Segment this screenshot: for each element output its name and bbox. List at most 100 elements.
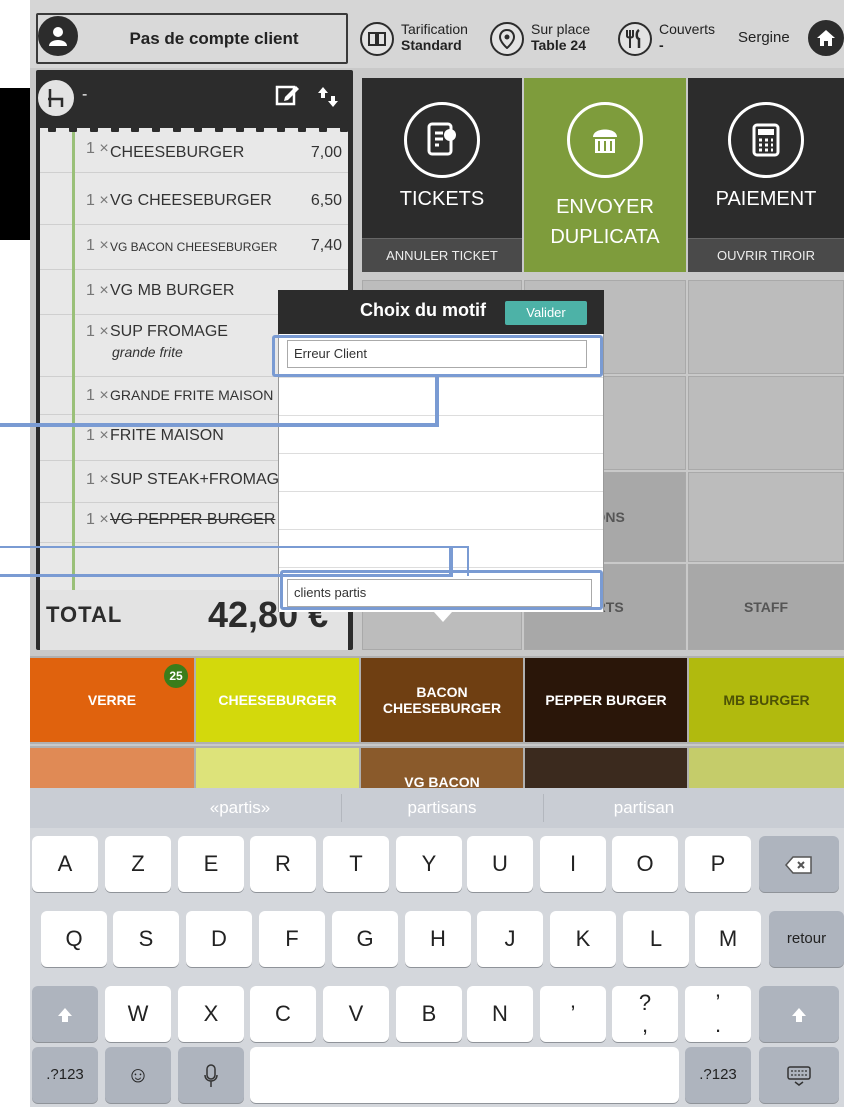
key-s[interactable]: S: [113, 911, 179, 967]
product-tile[interactable]: [689, 748, 844, 790]
suggestion-item[interactable]: «partis»: [140, 788, 340, 828]
sort-arrows-icon[interactable]: [316, 84, 342, 110]
suggestion-item[interactable]: partisan: [544, 788, 744, 828]
microphone-icon[interactable]: [178, 1047, 244, 1103]
chair-icon[interactable]: [38, 80, 74, 116]
annuler-ticket-button[interactable]: ANNULER TICKET: [362, 238, 522, 272]
key-g[interactable]: G: [332, 911, 398, 967]
numbers-key[interactable]: .?123: [685, 1047, 751, 1103]
valider-button[interactable]: Valider: [505, 301, 587, 325]
key-punct[interactable]: N: [467, 986, 533, 1042]
key-l[interactable]: L: [623, 911, 689, 967]
tarification-icon[interactable]: [360, 22, 394, 56]
key-j[interactable]: J: [477, 911, 543, 967]
key-k[interactable]: K: [550, 911, 616, 967]
key-t[interactable]: T: [323, 836, 389, 892]
tarification-label: Tarification: [401, 21, 468, 37]
key-punct[interactable]: W: [105, 986, 171, 1042]
product-tile[interactable]: MB BURGER: [689, 658, 844, 742]
couverts-info[interactable]: Couverts -: [659, 21, 715, 53]
key-q[interactable]: Q: [41, 911, 107, 967]
key-o[interactable]: O: [612, 836, 678, 892]
ticket-line[interactable]: 1 × VG BACON CHEESEBURGER 7,40: [40, 225, 348, 270]
numbers-key[interactable]: .?123: [32, 1047, 98, 1103]
key-h[interactable]: H: [405, 911, 471, 967]
key-punct[interactable]: ? ,: [612, 986, 678, 1042]
ticket-line-name: VG MB BURGER: [110, 282, 235, 299]
category-tile[interactable]: [688, 376, 844, 470]
ticket-line-price: 7,00: [310, 144, 342, 161]
product-tile[interactable]: CHEESEBURGER: [196, 658, 359, 742]
key-m[interactable]: M: [695, 911, 761, 967]
key-r[interactable]: R: [250, 836, 316, 892]
tarification-value: Standard: [401, 37, 462, 53]
edit-icon[interactable]: [274, 82, 300, 108]
motif-option[interactable]: [279, 378, 603, 416]
key-e[interactable]: E: [178, 836, 244, 892]
paiement-label: PAIEMENT: [715, 188, 817, 210]
key-d[interactable]: D: [186, 911, 252, 967]
ticket-line-qty: 1 ×: [86, 511, 109, 528]
tarification-info[interactable]: Tarification Standard: [401, 21, 468, 53]
service-info[interactable]: Sur place Table 24: [531, 21, 590, 53]
callout-line: [467, 546, 469, 576]
backspace-key[interactable]: [759, 836, 839, 892]
key-punct[interactable]: ’ .: [685, 986, 751, 1042]
ticket-line-name: FRITE MAISON: [110, 427, 224, 444]
keyboard-hide-icon[interactable]: [759, 1047, 839, 1103]
user-name[interactable]: Sergine: [738, 30, 790, 46]
key-z[interactable]: Z: [105, 836, 171, 892]
motif-option[interactable]: [279, 492, 603, 530]
ticket-line-name: VG CHEESEBURGER: [110, 192, 272, 209]
category-tile[interactable]: [688, 472, 844, 562]
home-icon[interactable]: [808, 20, 844, 56]
ticket-icon: [404, 102, 480, 178]
product-label: BACON CHEESEBURGER: [382, 684, 502, 716]
key-y[interactable]: Y: [396, 836, 462, 892]
ticket-line[interactable]: 1 × VG CHEESEBURGER 6,50: [40, 180, 348, 225]
motif-option[interactable]: [279, 416, 603, 454]
product-tile[interactable]: VG BACON: [361, 748, 523, 790]
emoji-key[interactable]: ☺: [105, 1047, 171, 1103]
key-p[interactable]: P: [685, 836, 751, 892]
callout-line: [449, 548, 453, 576]
paiement-tile[interactable]: PAIEMENT OUVRIR TIROIR: [688, 78, 844, 272]
shift-key[interactable]: [32, 986, 98, 1042]
key-punct[interactable]: C: [250, 986, 316, 1042]
tickets-tile[interactable]: TICKETS ANNULER TICKET: [362, 78, 522, 272]
product-tile[interactable]: [196, 748, 359, 790]
suggestion-item[interactable]: partisans: [342, 788, 542, 828]
key-i[interactable]: I: [540, 836, 606, 892]
ticket-line-qty: 1 ×: [86, 427, 109, 444]
key-punct[interactable]: V: [323, 986, 389, 1042]
category-tile-staff[interactable]: STAFF: [688, 564, 844, 650]
ticket-line-name: GRANDE FRITE MAISON: [110, 387, 274, 403]
key-punct[interactable]: ’: [540, 986, 606, 1042]
motif-option[interactable]: [279, 530, 603, 568]
product-tile[interactable]: [30, 748, 194, 790]
category-tile[interactable]: [688, 280, 844, 374]
location-pin-icon[interactable]: [490, 22, 524, 56]
space-key[interactable]: [250, 1047, 679, 1103]
callout-line: [435, 376, 439, 426]
count-badge: 25: [164, 664, 188, 688]
key-u[interactable]: U: [467, 836, 533, 892]
motif-option[interactable]: [279, 454, 603, 492]
ouvrir-tiroir-button[interactable]: OUVRIR TIROIR: [688, 238, 844, 272]
key-a[interactable]: A: [32, 836, 98, 892]
key-punct[interactable]: X: [178, 986, 244, 1042]
envoyer-label: ENVOYER: [556, 196, 654, 218]
return-key[interactable]: retour: [769, 911, 844, 967]
product-tile[interactable]: PEPPER BURGER: [525, 658, 687, 742]
cutlery-icon[interactable]: [618, 22, 652, 56]
product-tile[interactable]: [525, 748, 687, 790]
product-label: MB BURGER: [723, 692, 810, 708]
envoyer-duplicata-tile[interactable]: ENVOYER DUPLICATA: [524, 78, 686, 272]
service-label: Sur place: [531, 21, 591, 37]
product-tile[interactable]: BACON CHEESEBURGER: [361, 658, 523, 742]
ticket-line-name: CHEESEBURGER: [110, 144, 245, 161]
key-punct[interactable]: B: [396, 986, 462, 1042]
key-f[interactable]: F: [259, 911, 325, 967]
product-tile[interactable]: VERRE 25: [30, 658, 194, 742]
shift-key[interactable]: [759, 986, 839, 1042]
